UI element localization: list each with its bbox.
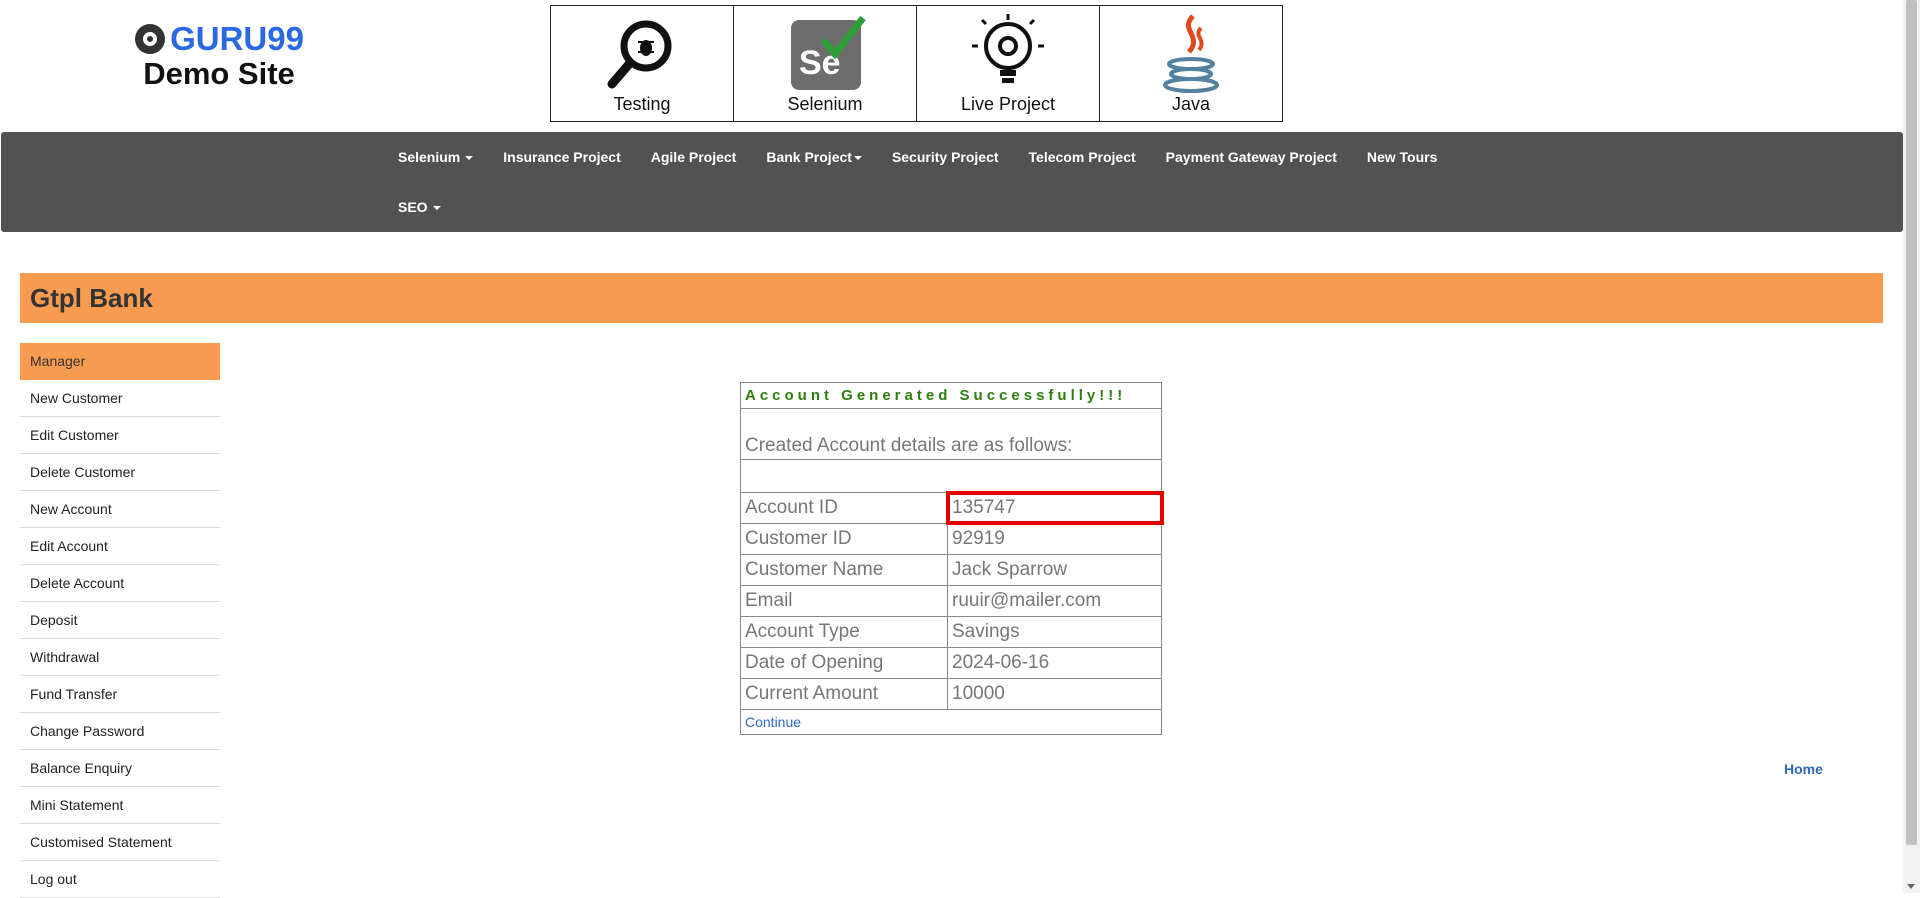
tile-java[interactable]: Java [1100, 6, 1282, 121]
tile-label: Selenium [787, 94, 863, 114]
row-value: 92919 [952, 528, 1005, 549]
sidebar-item-mini-statement[interactable]: Mini Statement [20, 787, 220, 824]
java-icon [1163, 14, 1219, 93]
site-logo[interactable]: GURU99 Demo Site [134, 20, 304, 92]
row-label: Account ID [741, 493, 948, 523]
row-label: Date of Opening [741, 648, 948, 678]
row-value: 10000 [952, 683, 1005, 704]
intro-text: Created Account details are as follows: [745, 435, 1073, 456]
row-label: Account Type [741, 617, 948, 647]
sidebar-item-edit-customer[interactable]: Edit Customer [20, 417, 220, 454]
caret-down-icon [465, 156, 474, 161]
page-title: Gtpl Bank [30, 283, 153, 313]
nav-label: SEO [398, 199, 428, 215]
row-value-account-id: 135747 [946, 491, 1164, 525]
nav-label: Selenium [398, 149, 461, 165]
nav-new-tours[interactable]: New Tours [1367, 149, 1438, 165]
highlight-box [946, 491, 1164, 525]
sidebar-item-change-password[interactable]: Change Password [20, 713, 220, 750]
sidebar-item-withdrawal[interactable]: Withdrawal [20, 639, 220, 676]
table-row: Current Amount 10000 [741, 679, 1161, 710]
nav-label: New Tours [1366, 149, 1438, 165]
row-value: Jack Sparrow [952, 559, 1068, 580]
sidebar-menu: Manager New Customer Edit Customer Delet… [20, 343, 220, 898]
nav-seo[interactable]: SEO [398, 199, 441, 215]
navbar-row-2: SEO [398, 182, 471, 232]
magnifier-bug-icon [607, 20, 672, 89]
caret-down-icon [432, 206, 441, 211]
nav-label: Security Project [891, 149, 999, 165]
sidebar-item-edit-account[interactable]: Edit Account [20, 528, 220, 565]
nav-security-project[interactable]: Security Project [892, 149, 999, 165]
nav-label: Bank Project [766, 149, 852, 165]
nav-label: Agile Project [650, 149, 737, 165]
nav-label: Payment Gateway Project [1165, 149, 1337, 165]
sidebar-item-delete-account[interactable]: Delete Account [20, 565, 220, 602]
sidebar-item-delete-customer[interactable]: Delete Customer [20, 454, 220, 491]
nav-label: Telecom Project [1028, 149, 1136, 165]
guru99-logo-icon [135, 24, 166, 54]
continue-row: Continue [741, 710, 1161, 734]
nav-label: Insurance Project [503, 149, 621, 165]
nav-payment-gateway-project[interactable]: Payment Gateway Project [1166, 149, 1337, 165]
sidebar-item-new-customer[interactable]: New Customer [20, 380, 220, 417]
page-banner: Gtpl Bank [20, 273, 1883, 323]
tile-testing[interactable]: Testing [551, 6, 734, 121]
row-value: 2024-06-16 [952, 652, 1050, 673]
row-label: Current Amount [741, 679, 948, 709]
table-row: Customer ID 92919 [741, 524, 1161, 555]
spacer-row [741, 460, 1161, 493]
navbar-row-1: Selenium Insurance Project Agile Project… [398, 132, 1467, 182]
nav-telecom-project[interactable]: Telecom Project [1029, 149, 1136, 165]
row-label: Email [741, 586, 948, 616]
course-tiles: Testing Se Selenium Live Project Java [550, 5, 1283, 122]
table-row: Account ID 135747 [741, 491, 1164, 525]
sidebar-item-fund-transfer[interactable]: Fund Transfer [20, 676, 220, 713]
row-value: Savings [952, 621, 1020, 642]
table-row: Account Type Savings [741, 617, 1161, 648]
scrollbar-thumb[interactable] [1906, 0, 1917, 845]
tile-label: Java [1171, 94, 1211, 114]
home-link[interactable]: Home [1784, 761, 1823, 777]
main-navbar: Selenium Insurance Project Agile Project… [1, 132, 1903, 232]
sidebar-item-balance-enquiry[interactable]: Balance Enquiry [20, 750, 220, 787]
selenium-icon: Se [791, 15, 866, 90]
gear-bulb-icon [972, 14, 1044, 83]
logo-brand: GURU99 [170, 20, 304, 57]
nav-agile-project[interactable]: Agile Project [651, 149, 737, 165]
table-row: Email ruuir@mailer.com [741, 586, 1161, 617]
tile-label: Live Project [960, 94, 1056, 114]
logo-subtitle: Demo Site [143, 56, 295, 91]
tile-live-project[interactable]: Live Project [917, 6, 1100, 121]
success-row: Account Generated Successfully!!! [741, 383, 1161, 409]
continue-link[interactable]: Continue [741, 710, 805, 734]
nav-selenium[interactable]: Selenium [398, 149, 474, 165]
sidebar-item-deposit[interactable]: Deposit [20, 602, 220, 639]
account-result-table: Account Generated Successfully!!! Create… [740, 382, 1164, 735]
nav-bank-project[interactable]: Bank Project [766, 149, 862, 165]
sidebar-item-customised-statement[interactable]: Customised Statement [20, 824, 220, 861]
table-row: Customer Name Jack Sparrow [741, 555, 1161, 586]
success-message: Account Generated Successfully!!! [745, 387, 1127, 404]
row-label: Customer ID [741, 524, 948, 554]
caret-down-icon [853, 156, 862, 161]
nav-insurance-project[interactable]: Insurance Project [503, 149, 621, 165]
page-scrollbar[interactable] [1903, 0, 1920, 893]
intro-row: Created Account details are as follows: [741, 409, 1161, 460]
tile-selenium[interactable]: Se Selenium [734, 6, 917, 121]
sidebar-item-new-account[interactable]: New Account [20, 491, 220, 528]
scroll-down-arrow-icon[interactable] [1907, 884, 1915, 889]
row-label: Customer Name [741, 555, 948, 585]
tile-label: Testing [613, 94, 671, 114]
sidebar-item-log-out[interactable]: Log out [20, 861, 220, 898]
table-row: Date of Opening 2024-06-16 [741, 648, 1161, 679]
sidebar-item-manager[interactable]: Manager [20, 343, 220, 380]
row-value: ruuir@mailer.com [952, 590, 1102, 611]
